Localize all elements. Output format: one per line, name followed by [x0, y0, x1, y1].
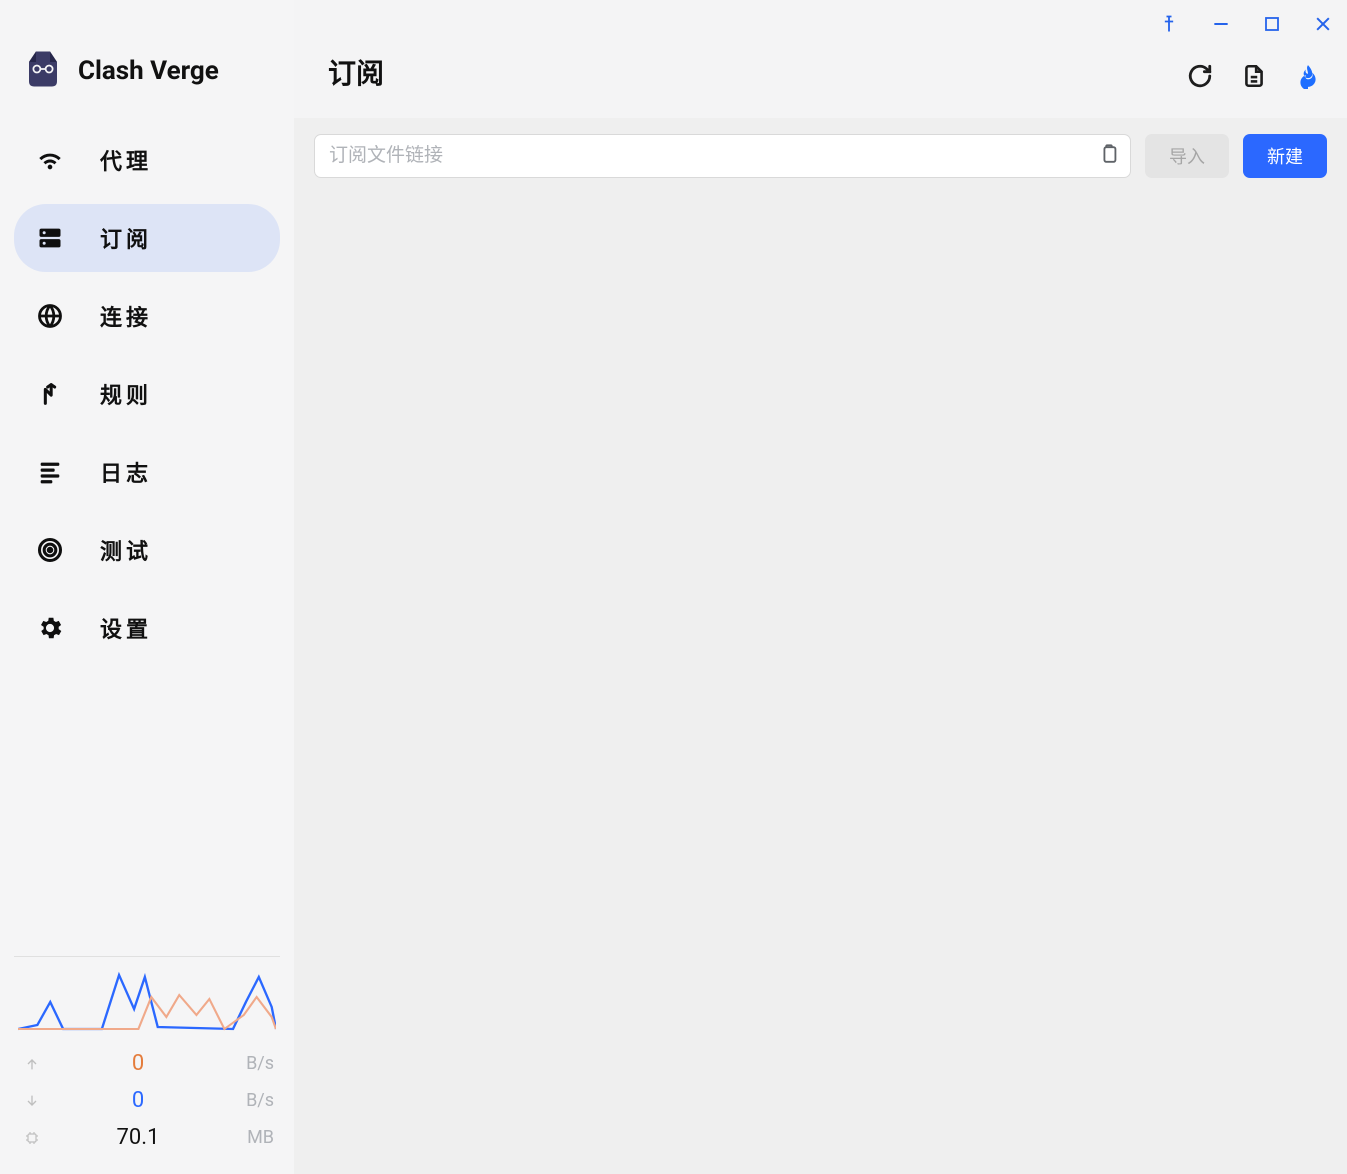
arrow-up-icon: [20, 1056, 44, 1072]
close-icon: [1313, 14, 1333, 37]
sidebar-item-profiles[interactable]: 订阅: [14, 204, 280, 272]
sidebar: Clash Verge 代理 订阅 连接 规则: [0, 0, 294, 1174]
refresh-icon: [1187, 63, 1213, 92]
memory-value: 70.1: [44, 1125, 232, 1150]
logs-icon: [36, 458, 64, 486]
pin-button[interactable]: [1155, 10, 1183, 41]
sidebar-item-label: 代理: [100, 144, 152, 176]
minimize-icon: [1211, 14, 1231, 37]
header-actions: [1187, 63, 1321, 92]
flame-icon: [1295, 63, 1321, 92]
upload-stat: 0 B/s: [18, 1045, 276, 1082]
sidebar-item-logs[interactable]: 日志: [14, 438, 280, 506]
maximize-icon: [1263, 15, 1281, 36]
app-logo-icon: [22, 48, 64, 94]
import-button[interactable]: 导入: [1145, 134, 1229, 178]
server-icon: [36, 224, 64, 252]
traffic-chart: [18, 967, 276, 1033]
route-icon: [36, 380, 64, 408]
sidebar-item-label: 连接: [100, 300, 152, 332]
upload-value: 0: [44, 1051, 232, 1076]
refresh-button[interactable]: [1187, 63, 1213, 92]
upload-unit: B/s: [232, 1053, 274, 1074]
pin-icon: [1159, 14, 1179, 37]
sidebar-item-label: 测试: [100, 534, 152, 566]
toolbar: 导入 新建: [294, 118, 1347, 194]
nav-list: 代理 订阅 连接 规则 日志: [14, 126, 280, 662]
memory-unit: MB: [232, 1127, 274, 1148]
sidebar-item-test[interactable]: 测试: [14, 516, 280, 584]
page-title: 订阅: [328, 52, 1187, 92]
traffic-panel: 0 B/s 0 B/s 70.1 MB: [14, 956, 280, 1174]
clipboard-icon: [1098, 154, 1120, 169]
maximize-button[interactable]: [1259, 11, 1285, 40]
arrow-down-icon: [20, 1093, 44, 1109]
flame-button[interactable]: [1295, 63, 1321, 92]
minimize-button[interactable]: [1207, 10, 1235, 41]
sidebar-item-label: 订阅: [100, 222, 152, 254]
logo-row: Clash Verge: [14, 0, 280, 122]
wifi-icon: [36, 146, 64, 174]
sidebar-item-rules[interactable]: 规则: [14, 360, 280, 428]
gear-icon: [36, 614, 64, 642]
memory-stat: 70.1 MB: [18, 1119, 276, 1156]
app-name: Clash Verge: [78, 56, 219, 86]
new-button[interactable]: 新建: [1243, 134, 1327, 178]
sidebar-item-settings[interactable]: 设置: [14, 594, 280, 662]
file-icon: [1241, 63, 1267, 92]
subscription-url-wrap: [314, 134, 1131, 178]
sidebar-item-label: 设置: [100, 612, 152, 644]
download-stat: 0 B/s: [18, 1082, 276, 1119]
subscription-url-input[interactable]: [329, 145, 1080, 167]
target-icon: [36, 536, 64, 564]
sidebar-item-label: 规则: [100, 378, 152, 410]
sidebar-item-label: 日志: [100, 456, 152, 488]
sidebar-item-connections[interactable]: 连接: [14, 282, 280, 350]
globe-icon: [36, 302, 64, 330]
download-unit: B/s: [232, 1090, 274, 1111]
chip-icon: [20, 1130, 44, 1146]
file-button[interactable]: [1241, 63, 1267, 92]
close-button[interactable]: [1309, 10, 1337, 41]
main: 订阅: [294, 0, 1347, 1174]
content-area: [294, 194, 1347, 1174]
download-value: 0: [44, 1088, 232, 1113]
paste-button[interactable]: [1098, 144, 1120, 169]
sidebar-item-proxy[interactable]: 代理: [14, 126, 280, 194]
